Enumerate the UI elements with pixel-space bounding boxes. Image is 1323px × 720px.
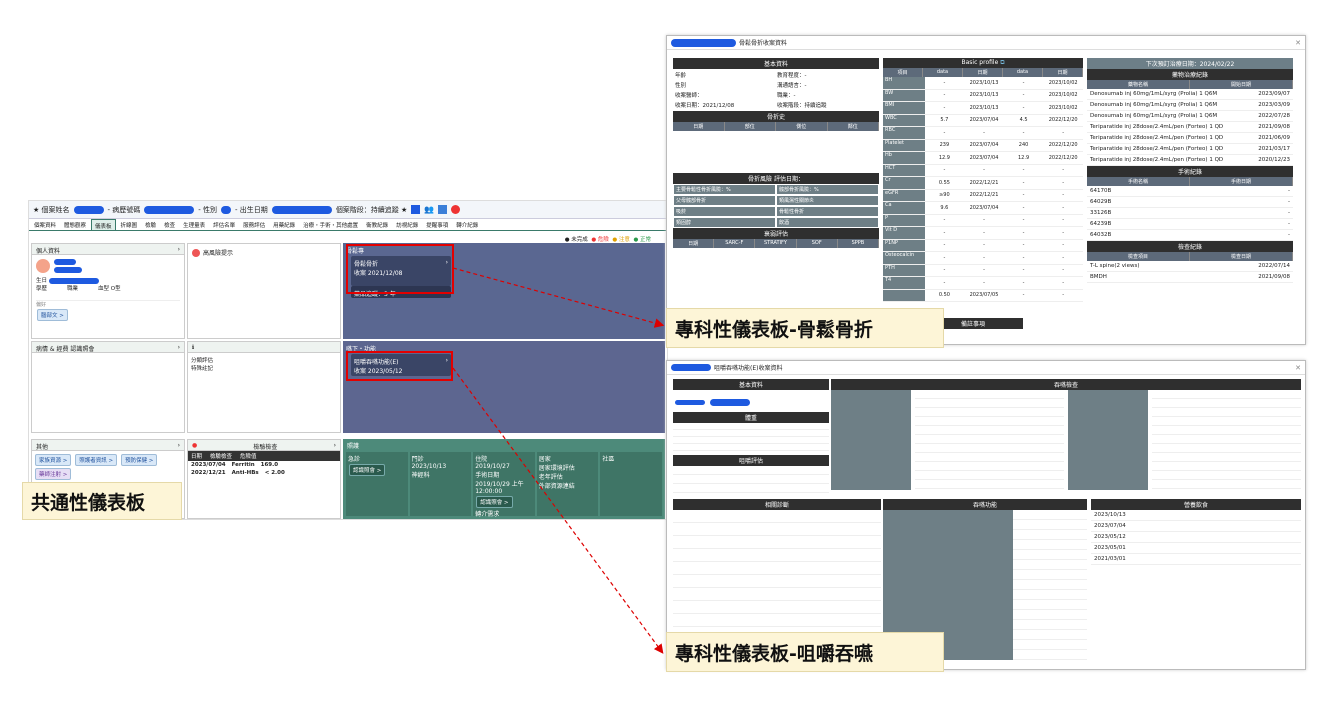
arrow-to-osteo — [452, 267, 665, 328]
arrow-to-swallow — [452, 367, 664, 654]
connector-arrows — [452, 267, 665, 654]
